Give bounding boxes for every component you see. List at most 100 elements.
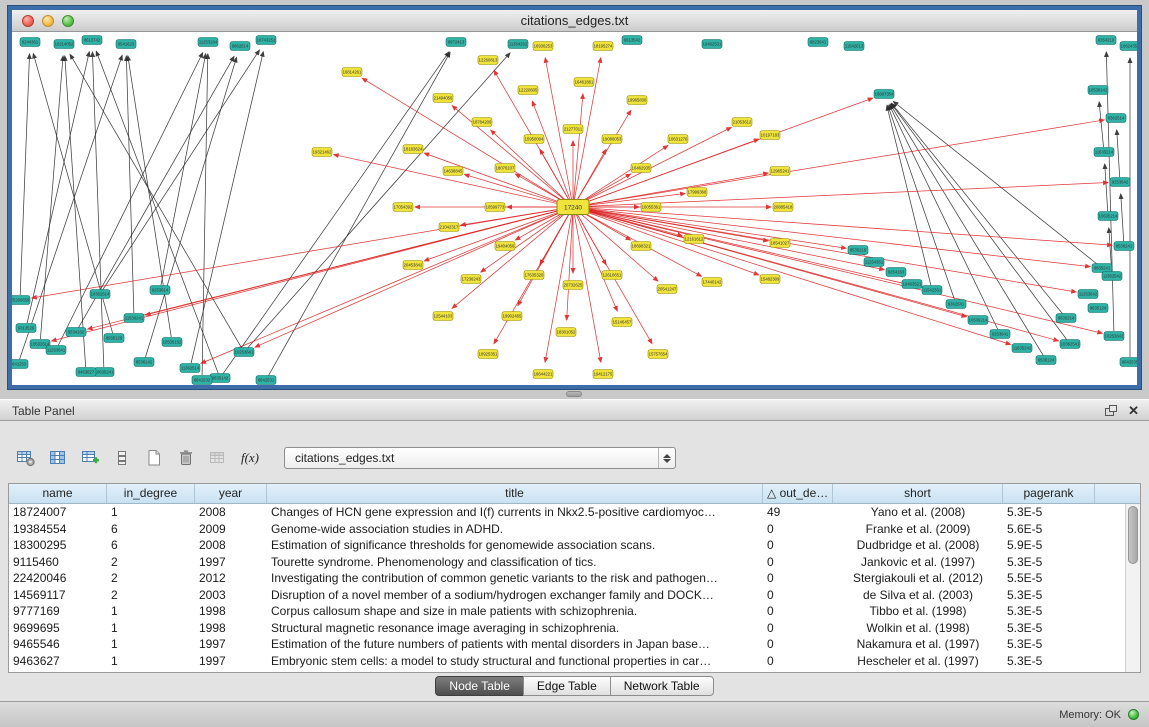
graph-node[interactable]: 17999368 xyxy=(687,188,707,197)
network-file-select[interactable]: citations_edges.txt xyxy=(284,447,676,469)
row-options-icon[interactable] xyxy=(108,445,136,471)
splitter-grip-icon[interactable] xyxy=(566,391,582,397)
table-row[interactable]: 1938455462009Genome-wide association stu… xyxy=(9,521,1140,538)
new-table-icon[interactable] xyxy=(140,445,168,471)
graph-node[interactable]: 15950004 xyxy=(524,135,544,144)
tab-edge-table[interactable]: Edge Table xyxy=(523,676,611,696)
graph-node[interactable]: 11254361 xyxy=(864,258,884,267)
graph-node[interactable]: 18925351 xyxy=(478,350,498,359)
column-header-name[interactable]: name xyxy=(9,484,107,503)
graph-node[interactable]: 9313526 xyxy=(16,324,36,333)
graph-node[interactable]: 18698321 xyxy=(631,242,651,251)
graph-node[interactable]: 21277011 xyxy=(563,125,583,134)
graph-node[interactable]: 10743251 xyxy=(256,36,276,45)
graph-node[interactable]: 9254163 xyxy=(886,268,906,277)
graph-node[interactable]: 19412175 xyxy=(593,370,613,379)
table-row[interactable]: 946554611997Estimation of the future num… xyxy=(9,636,1140,653)
network-window-titlebar[interactable]: citations_edges.txt xyxy=(12,10,1137,32)
graph-node[interactable]: 20541247 xyxy=(657,285,677,294)
graph-node[interactable]: 10463521 xyxy=(902,280,922,289)
graph-node[interactable]: 14638845 xyxy=(443,167,463,176)
graph-node[interactable]: 10624351 xyxy=(1120,42,1137,51)
graph-node[interactable]: 19321462 xyxy=(312,148,332,157)
graph-node[interactable]: 12161612 xyxy=(684,235,704,244)
graph-node[interactable]: 17054392 xyxy=(393,203,413,212)
graph-node[interactable]: 10535162 xyxy=(162,338,182,347)
network-canvas[interactable]: 1724016055361186983211261065120732625176… xyxy=(12,32,1137,385)
table-row[interactable]: 911546021997Tourette syndrome. Phenomeno… xyxy=(9,554,1140,571)
graph-node[interactable]: 16814261 xyxy=(342,68,362,77)
graph-node[interactable]: 20885418 xyxy=(773,203,793,212)
graph-node[interactable]: 8642531 xyxy=(256,376,276,385)
graph-node[interactable]: 16461861 xyxy=(574,78,594,87)
graph-node[interactable]: 9536124 xyxy=(1036,356,1056,365)
graph-node[interactable]: 9541623 xyxy=(116,40,136,49)
create-column-icon[interactable] xyxy=(76,445,104,471)
graph-node[interactable]: 10536142 xyxy=(1088,86,1108,95)
graph-node[interactable]: 16687354 xyxy=(874,90,894,99)
graph-node[interactable]: 8935126 xyxy=(104,334,124,343)
graph-node[interactable]: 11354262 xyxy=(508,40,528,49)
column-header-short[interactable]: short xyxy=(833,484,1003,503)
graph-node[interactable]: 8641253 xyxy=(12,360,28,369)
graph-node[interactable]: 17236243 xyxy=(461,275,481,284)
graph-node[interactable]: 8535216 xyxy=(848,246,868,255)
graph-node[interactable]: 16055361 xyxy=(641,203,661,212)
graph-node[interactable]: 18301052 xyxy=(556,328,576,337)
tab-node-table[interactable]: Node Table xyxy=(435,676,524,696)
graph-node[interactable]: 18076107 xyxy=(495,164,515,173)
table-row[interactable]: 946362711997Embryonic stem cells: a mode… xyxy=(9,653,1140,670)
graph-node[interactable]: 10599773 xyxy=(485,203,505,212)
graph-node[interactable]: 21042317 xyxy=(439,223,459,232)
graph-node[interactable]: 8536142 xyxy=(134,358,154,367)
graph-node[interactable]: 17440142 xyxy=(702,278,722,287)
table-body[interactable]: 1872400712008Changes of HCN gene express… xyxy=(9,504,1140,669)
graph-node[interactable]: 11536241 xyxy=(124,314,144,323)
graph-node[interactable]: 19086053 xyxy=(602,135,622,144)
graph-node[interactable]: 12220605 xyxy=(518,86,538,95)
graph-node[interactable]: 12610651 xyxy=(602,271,622,280)
graph-node[interactable]: 16936253 xyxy=(533,42,553,51)
graph-node[interactable]: 8972413 xyxy=(446,38,466,47)
graph-node[interactable]: 10197183 xyxy=(760,131,780,140)
graph-node[interactable]: 25260659 xyxy=(12,296,30,305)
panel-splitter[interactable] xyxy=(0,389,1149,399)
graph-node[interactable]: 15482309 xyxy=(760,275,780,284)
graph-node[interactable]: 11253164 xyxy=(198,38,218,47)
graph-node[interactable]: 10635241 xyxy=(94,368,114,377)
graph-node[interactable]: 11635214 xyxy=(1094,148,1114,157)
graph-node[interactable]: 16644221 xyxy=(533,370,553,379)
delete-column-icon[interactable] xyxy=(172,445,200,471)
graph-node[interactable]: 10462531 xyxy=(702,40,722,49)
graph-node[interactable]: 21053612 xyxy=(732,118,752,127)
graph-node[interactable]: 8613742 xyxy=(82,36,102,45)
graph-node[interactable]: 18784206 xyxy=(472,118,492,127)
table-row[interactable]: 1456911722003Disruption of a novel membe… xyxy=(9,587,1140,604)
graph-node[interactable]: 18541027 xyxy=(770,239,790,248)
graph-node[interactable]: 11253641 xyxy=(46,346,66,355)
graph-node[interactable]: 10214052 xyxy=(54,40,74,49)
graph-node[interactable]: 10253642 xyxy=(1104,332,1124,341)
graph-node[interactable]: 8823641 xyxy=(808,38,828,47)
graph-node[interactable]: 20453842 xyxy=(403,261,423,270)
graph-node[interactable]: 10362514 xyxy=(90,290,110,299)
column-header-pagerank[interactable]: pagerank xyxy=(1003,484,1095,503)
graph-node[interactable]: 9613542 xyxy=(622,36,642,45)
table-scrollbar[interactable] xyxy=(1125,504,1140,672)
graph-node[interactable]: 9635124 xyxy=(1088,304,1108,313)
graph-node[interactable]: 20732625 xyxy=(563,281,583,290)
graph-node[interactable]: 12544103 xyxy=(433,312,453,321)
graph-node[interactable]: 10631276 xyxy=(668,135,688,144)
graph-node[interactable]: 16462935 xyxy=(631,164,651,173)
graph-node[interactable]: 9534162 xyxy=(66,328,86,337)
graph-node[interactable]: 9635241 xyxy=(1092,264,1112,273)
table-row[interactable]: 1830029562008Estimation of significance … xyxy=(9,537,1140,554)
graph-node[interactable]: 18183624 xyxy=(403,145,423,154)
table-scrollbar-thumb[interactable] xyxy=(1128,506,1138,564)
graph-node[interactable]: 8362514 xyxy=(1106,114,1126,123)
graph-node[interactable]: 8642535 xyxy=(1120,358,1137,367)
graph-node[interactable]: 8536241 xyxy=(1114,242,1134,251)
graph-node[interactable]: 21494056 xyxy=(433,94,453,103)
column-header-out_de[interactable]: △ out_de… xyxy=(763,484,833,503)
table-row[interactable]: 1872400712008Changes of HCN gene express… xyxy=(9,504,1140,521)
